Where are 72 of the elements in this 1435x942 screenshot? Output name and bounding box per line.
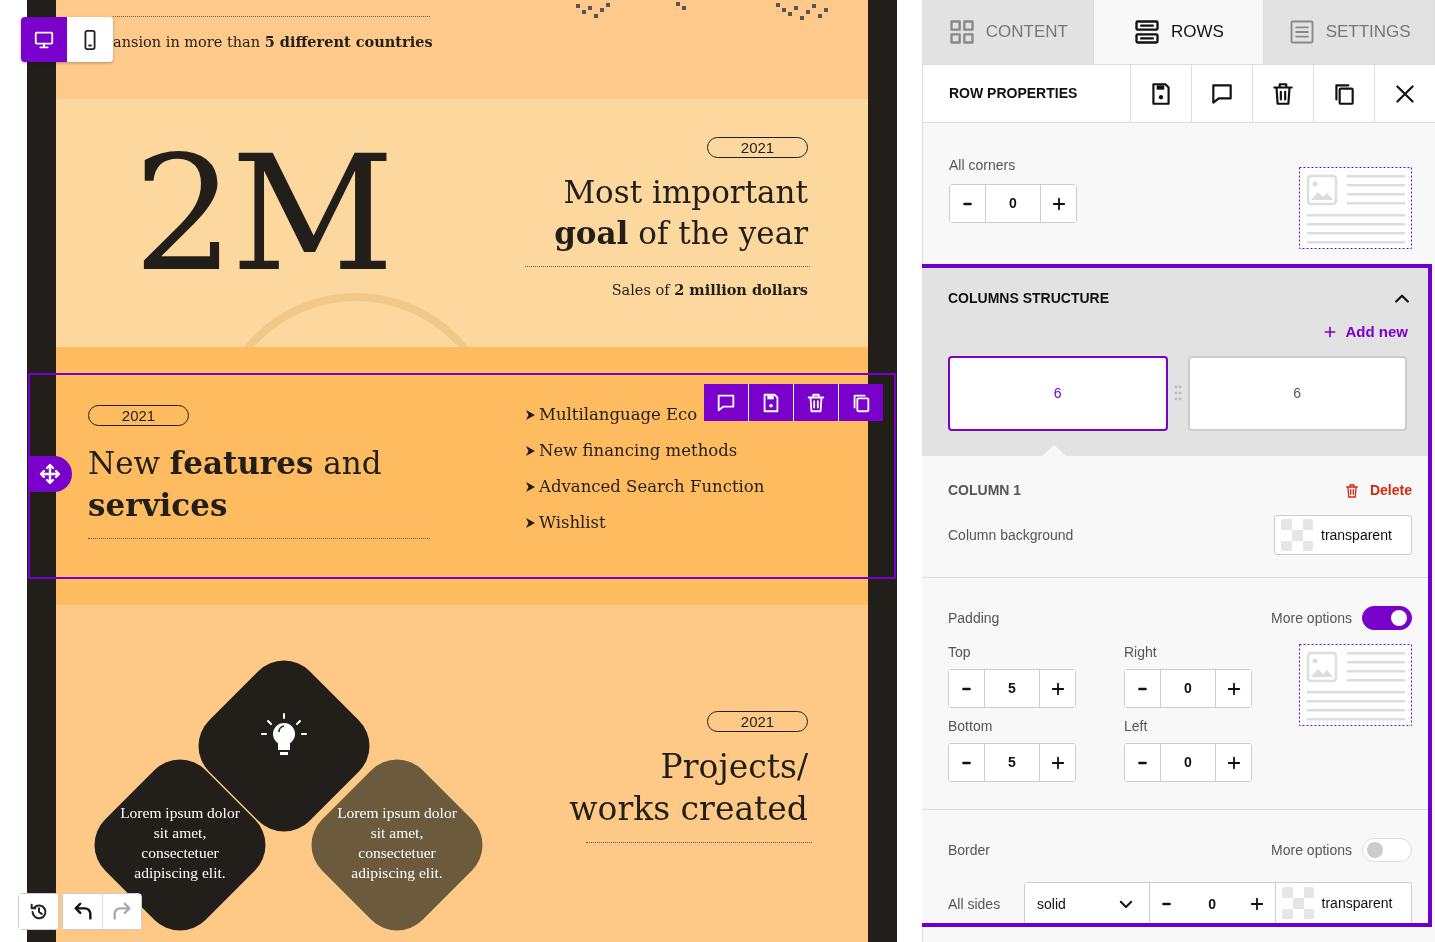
move-icon (38, 462, 62, 486)
number-stepper[interactable]: 5 (948, 743, 1076, 782)
minus-icon (962, 686, 971, 691)
minus-icon (962, 760, 971, 765)
color-picker[interactable]: transparent (1274, 515, 1412, 555)
mobile-view-button[interactable] (67, 17, 113, 62)
redo-icon (111, 900, 133, 923)
number-field[interactable]: 0 (1160, 670, 1216, 707)
minus-icon (963, 201, 972, 206)
history-button[interactable] (19, 894, 58, 929)
toggle-label: More options (1271, 840, 1352, 860)
tile-text: Lorem ipsum dolor sit amet, consectetuer adipiscing elit. (120, 803, 240, 883)
list-item-text: Wishlist (539, 511, 606, 534)
heading-line: Most important (562, 173, 808, 212)
field-label: Top (948, 643, 972, 662)
heading-line: works created (569, 788, 808, 830)
add-new-link[interactable]: Add new (1321, 321, 1408, 344)
number-stepper[interactable]: 5 (948, 669, 1076, 708)
bullet-arrow-icon (525, 481, 535, 493)
drag-handle-icon (1173, 385, 1182, 401)
number-stepper[interactable]: 0 (949, 184, 1077, 223)
toggle-switch[interactable] (1362, 606, 1412, 630)
field-label: All corners (949, 156, 1017, 175)
number-field[interactable]: 5 (984, 744, 1040, 781)
list-item-text: New financing methods (539, 439, 738, 462)
bullet-arrow-icon (525, 517, 535, 529)
section-title: COLUMNS STRUCTURE (948, 289, 1109, 308)
heading-line: Projects/ (659, 746, 808, 788)
number-stepper[interactable]: 0 (1124, 669, 1252, 708)
comment-button[interactable] (704, 384, 748, 421)
field-label: All sides (948, 894, 1001, 914)
column-block[interactable]: 6 (1187, 355, 1407, 431)
bullet-arrow-icon (525, 409, 535, 421)
color-value: transparent (1321, 525, 1392, 545)
number-field[interactable]: 0 (985, 185, 1041, 222)
minus-icon (1138, 686, 1147, 691)
heading-line: goal of the year (554, 214, 808, 253)
trash-icon (1270, 80, 1296, 107)
field-label: Column background (948, 525, 1074, 545)
rows-icon (1133, 18, 1162, 46)
grid-icon (947, 18, 976, 46)
big-number: 2M (133, 141, 391, 286)
column-title: COLUMN 1 (948, 481, 1022, 500)
subtitle-text: Sales of 2 million dollars (611, 280, 808, 300)
trash-icon (1343, 482, 1360, 499)
field-label: Border (948, 840, 991, 860)
save-button[interactable] (749, 384, 793, 421)
desktop-view-button[interactable] (21, 17, 67, 62)
intro-text: ansion in more than 5 different countries (113, 32, 433, 52)
tile-text: Lorem ipsum dolor sit amet, consectetuer adipiscing elit. (337, 803, 457, 883)
number-stepper[interactable]: 0 (1124, 743, 1252, 782)
transparency-swatch-icon (1281, 519, 1313, 551)
row-heading: New features and services (88, 444, 383, 525)
delete-button[interactable] (794, 384, 838, 421)
toggle-label: More options (1271, 608, 1352, 628)
column-block[interactable]: 6 (948, 355, 1168, 431)
list-item-text: Multilanguage Eco (539, 403, 698, 426)
minus-icon (1138, 760, 1147, 765)
field-label: Bottom (948, 717, 994, 736)
move-handle[interactable] (28, 456, 72, 492)
number-field[interactable]: 0 (1160, 744, 1216, 781)
field-label: Right (1124, 643, 1158, 662)
number-field[interactable]: 5 (984, 670, 1040, 707)
duplicate-button[interactable] (839, 384, 883, 421)
trash-icon (805, 391, 827, 414)
field-label: Left (1124, 717, 1149, 736)
delete-link[interactable]: Delete (1343, 480, 1412, 501)
field-label: Padding (948, 608, 1000, 628)
panel-title: ROW PROPERTIES (948, 84, 1079, 103)
undo-icon (71, 900, 94, 923)
bullet-arrow-icon (525, 445, 535, 457)
list-item-text: Advanced Search Function (539, 475, 765, 498)
